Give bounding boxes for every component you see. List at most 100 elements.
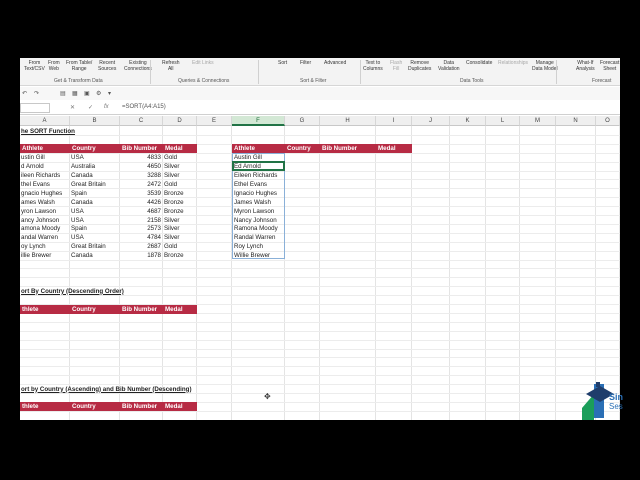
table-header-cell[interactable]: Country bbox=[70, 402, 120, 412]
table-cell[interactable]: andal Warren bbox=[20, 233, 70, 242]
result-header-cell[interactable]: Bib Number bbox=[320, 144, 376, 154]
table-cell[interactable]: Spain bbox=[70, 189, 120, 198]
table-cell[interactable]: USA bbox=[70, 153, 120, 162]
table-cell[interactable]: Silver bbox=[163, 216, 197, 225]
table-cell[interactable]: thel Evans bbox=[20, 180, 70, 189]
table-cell[interactable]: USA bbox=[70, 207, 120, 216]
result-header-cell[interactable]: Country bbox=[285, 144, 320, 154]
table-cell[interactable]: gnacio Hughes bbox=[20, 189, 70, 198]
column-header-j[interactable]: J bbox=[412, 116, 450, 126]
table-cell[interactable]: Bronze bbox=[163, 251, 197, 260]
table-header-cell[interactable]: thlete bbox=[20, 402, 70, 412]
ribbon-button[interactable]: Forecast Sheet bbox=[600, 60, 619, 72]
table-cell[interactable]: 2687 bbox=[120, 242, 163, 251]
table-cell[interactable]: Silver bbox=[163, 233, 197, 242]
formula-input[interactable]: =SORT(A4:A15) bbox=[122, 104, 166, 110]
table-cell[interactable]: 3288 bbox=[120, 171, 163, 180]
customize-icon[interactable]: ▾ bbox=[108, 90, 111, 97]
table-cell[interactable]: Silver bbox=[163, 224, 197, 233]
table-cell[interactable]: Gold bbox=[163, 180, 197, 189]
ribbon-button[interactable]: Relationships bbox=[498, 60, 528, 66]
table-cell[interactable]: Bronze bbox=[163, 198, 197, 207]
table-cell[interactable]: Bronze bbox=[163, 207, 197, 216]
table-cell[interactable]: Canada bbox=[70, 251, 120, 260]
section-title[interactable]: ort by Country (Ascending) and Bib Numbe… bbox=[20, 385, 260, 394]
table-cell[interactable]: Canada bbox=[70, 171, 120, 180]
ribbon-button[interactable]: Text to Columns bbox=[363, 60, 383, 72]
ribbon-button[interactable]: Sort bbox=[278, 60, 287, 66]
column-header-o[interactable]: O bbox=[596, 116, 620, 126]
column-header-k[interactable]: K bbox=[450, 116, 486, 126]
ribbon-button[interactable]: Consolidate bbox=[466, 60, 492, 66]
ribbon-button[interactable]: Flash Fill bbox=[390, 60, 402, 72]
ribbon-button[interactable]: Data Validation bbox=[438, 60, 460, 72]
quick-access-icon[interactable]: ⚙ bbox=[96, 90, 101, 97]
section-title[interactable]: he SORT Function bbox=[20, 127, 140, 136]
table-cell[interactable]: 4784 bbox=[120, 233, 163, 242]
quick-access-icon[interactable]: ▦ bbox=[72, 90, 78, 97]
column-header-e[interactable]: E bbox=[197, 116, 232, 126]
ribbon-button[interactable]: Manage Data Model bbox=[532, 60, 558, 72]
table-cell[interactable]: Great Britain bbox=[70, 180, 120, 189]
table-cell[interactable]: 4426 bbox=[120, 198, 163, 207]
ribbon-button[interactable]: Edit Links bbox=[192, 60, 214, 66]
enter-icon[interactable]: ✓ bbox=[88, 104, 93, 111]
section-title[interactable]: ort By Country (Descending Order) bbox=[20, 287, 200, 296]
fx-icon[interactable]: fx bbox=[104, 104, 109, 110]
table-header-cell[interactable]: Country bbox=[70, 144, 120, 154]
table-cell[interactable]: 4833 bbox=[120, 153, 163, 162]
table-cell[interactable]: Gold bbox=[163, 242, 197, 251]
column-header-b[interactable]: B bbox=[70, 116, 120, 126]
ribbon-button[interactable]: From Text/CSV bbox=[24, 60, 45, 72]
table-cell[interactable]: Great Britain bbox=[70, 242, 120, 251]
ribbon-button[interactable]: Existing Connections bbox=[124, 60, 152, 72]
table-cell[interactable]: USA bbox=[70, 233, 120, 242]
table-header-cell[interactable]: Bib Number bbox=[120, 304, 163, 314]
cancel-icon[interactable]: ✕ bbox=[70, 104, 75, 111]
table-cell[interactable]: Silver bbox=[163, 171, 197, 180]
table-header-cell[interactable]: Medal bbox=[163, 144, 197, 154]
table-header-cell[interactable]: Bib Number bbox=[120, 402, 163, 412]
table-cell[interactable]: ancy Johnson bbox=[20, 216, 70, 225]
column-header-g[interactable]: G bbox=[285, 116, 320, 126]
table-cell[interactable]: 2158 bbox=[120, 216, 163, 225]
column-header-f[interactable]: F bbox=[232, 116, 285, 126]
table-header-cell[interactable]: Country bbox=[70, 304, 120, 314]
table-cell[interactable]: amona Moody bbox=[20, 224, 70, 233]
table-header-cell[interactable]: Athlete bbox=[20, 144, 70, 154]
column-header-l[interactable]: L bbox=[486, 116, 520, 126]
table-header-cell[interactable]: Medal bbox=[163, 402, 197, 412]
column-header-i[interactable]: I bbox=[376, 116, 412, 126]
active-cell[interactable] bbox=[232, 161, 285, 172]
table-cell[interactable]: USA bbox=[70, 216, 120, 225]
table-cell[interactable]: ustin Gill bbox=[20, 153, 70, 162]
ribbon-button[interactable]: What-If Analysis bbox=[576, 60, 595, 72]
table-cell[interactable]: oy Lynch bbox=[20, 242, 70, 251]
column-header-h[interactable]: H bbox=[320, 116, 376, 126]
table-cell[interactable]: Silver bbox=[163, 162, 197, 171]
table-cell[interactable]: illie Brewer bbox=[20, 251, 70, 260]
result-header-cell[interactable]: Medal bbox=[376, 144, 412, 154]
name-box[interactable] bbox=[20, 103, 50, 113]
undo-icon[interactable]: ↶ bbox=[22, 90, 27, 97]
ribbon-button[interactable]: Advanced bbox=[324, 60, 346, 66]
table-cell[interactable]: ileen Richards bbox=[20, 171, 70, 180]
column-header-a[interactable]: A bbox=[20, 116, 70, 126]
table-cell[interactable]: Bronze bbox=[163, 189, 197, 198]
table-cell[interactable]: 1878 bbox=[120, 251, 163, 260]
quick-access-icon[interactable]: ▤ bbox=[60, 90, 66, 97]
table-header-cell[interactable]: Medal bbox=[163, 304, 197, 314]
column-header-n[interactable]: N bbox=[556, 116, 596, 126]
column-header-m[interactable]: M bbox=[520, 116, 556, 126]
table-cell[interactable]: d Arnold bbox=[20, 162, 70, 171]
quick-access-icon[interactable]: ▣ bbox=[84, 90, 90, 97]
table-cell[interactable]: Australia bbox=[70, 162, 120, 171]
table-cell[interactable]: 4650 bbox=[120, 162, 163, 171]
table-cell[interactable]: yron Lawson bbox=[20, 207, 70, 216]
ribbon-button[interactable]: Filter bbox=[300, 60, 311, 66]
table-cell[interactable]: 3539 bbox=[120, 189, 163, 198]
table-cell[interactable]: Spain bbox=[70, 224, 120, 233]
ribbon-button[interactable]: Remove Duplicates bbox=[408, 60, 431, 72]
ribbon-button[interactable]: Refresh All bbox=[162, 60, 180, 72]
column-header-d[interactable]: D bbox=[163, 116, 197, 126]
